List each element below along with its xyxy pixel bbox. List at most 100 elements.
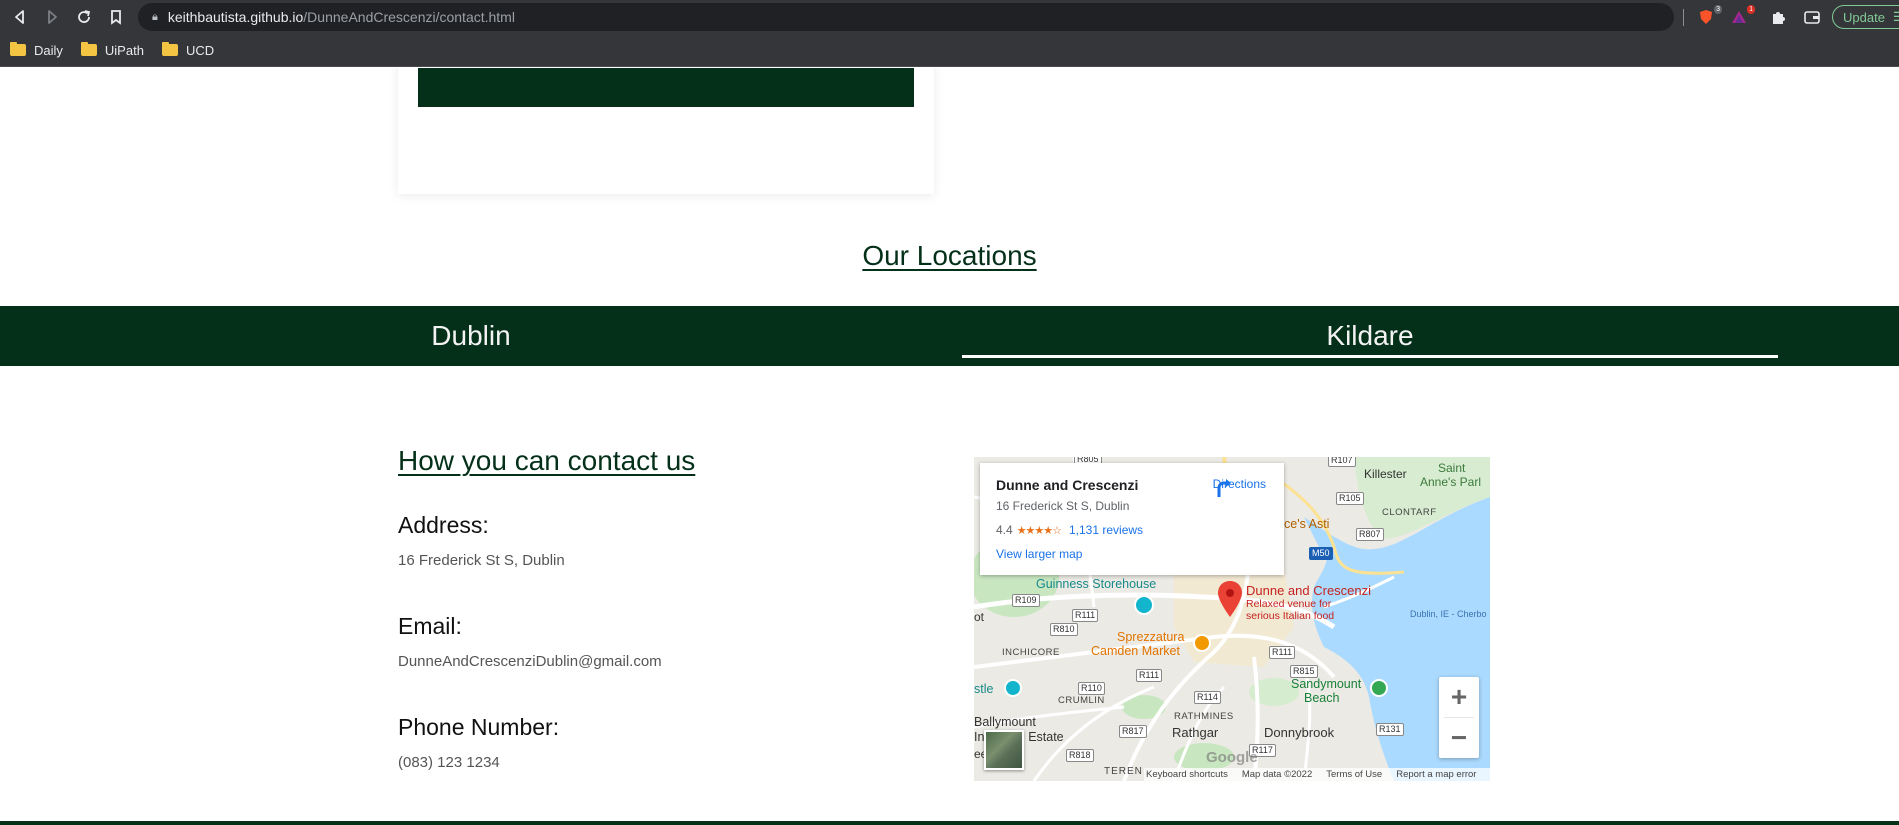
poi-ces-asti[interactable]: ce's Asti bbox=[1284, 517, 1329, 531]
extensions-puzzle-icon[interactable] bbox=[1768, 8, 1788, 26]
bookmark-daily[interactable]: Daily bbox=[10, 42, 63, 58]
keyboard-shortcuts-link[interactable]: Keyboard shortcuts bbox=[1146, 769, 1228, 780]
update-label: Update bbox=[1843, 9, 1885, 25]
address-value: 16 Frederick St S, Dublin bbox=[398, 552, 565, 569]
restaurant-icon[interactable] bbox=[1193, 634, 1211, 652]
active-tab-indicator bbox=[962, 355, 1778, 358]
road-shield: R111 bbox=[1072, 609, 1099, 622]
map-label-inchicore: INCHICORE bbox=[1002, 647, 1060, 658]
bookmark-icon[interactable] bbox=[100, 0, 132, 34]
map-label-clontarf: CLONTARF bbox=[1382, 507, 1437, 518]
road-shield: R818 bbox=[1066, 749, 1094, 762]
location-pin-icon[interactable] bbox=[1218, 581, 1242, 617]
zoom-in-button[interactable]: + bbox=[1439, 677, 1479, 717]
bookmark-label: Daily bbox=[34, 42, 63, 58]
map-label-crumlin: CRUMLIN bbox=[1058, 695, 1105, 706]
view-larger-map-link[interactable]: View larger map bbox=[996, 547, 1268, 561]
browser-toolbar: 🔒︎ keithbautista.github.io/DunneAndCresc… bbox=[0, 0, 1899, 34]
submit-button[interactable] bbox=[418, 68, 914, 107]
email-label: Email: bbox=[398, 613, 462, 639]
road-shield: R817 bbox=[1119, 725, 1147, 738]
road-shield: R110 bbox=[1078, 682, 1105, 695]
brave-badge: 3 bbox=[1714, 5, 1722, 14]
zoom-out-button[interactable]: − bbox=[1439, 718, 1479, 758]
place-address: 16 Frederick St S, Dublin bbox=[996, 499, 1130, 513]
forward-icon[interactable] bbox=[36, 0, 68, 34]
road-shield: R807 bbox=[1356, 528, 1384, 541]
poi-castle[interactable]: stle bbox=[974, 682, 993, 696]
poi-camden-market[interactable]: Camden Market bbox=[1091, 644, 1180, 658]
road-shield: R131 bbox=[1376, 723, 1404, 736]
url-host: keithbautista.github.io bbox=[167, 9, 304, 25]
map-data-text: Map data ©2022 bbox=[1241, 769, 1313, 780]
menu-icon: ☰ bbox=[1892, 9, 1899, 24]
place-rating-row: 4.4 ★★★★☆ 1,131 reviews bbox=[996, 523, 1268, 537]
pin-subtitle-2: serious Italian food bbox=[1246, 610, 1335, 622]
road-shield: M50 bbox=[1309, 547, 1333, 560]
url-path: /DunneAndCrescenzi/contact.html bbox=[303, 9, 515, 25]
bookmarks-bar: Daily UiPath UCD bbox=[0, 34, 1899, 67]
satellite-toggle[interactable] bbox=[984, 730, 1024, 770]
map-label-ot: ot bbox=[974, 610, 985, 624]
address-bar[interactable]: 🔒︎ keithbautista.github.io/DunneAndCresc… bbox=[138, 3, 1674, 31]
road-shield: R105 bbox=[1336, 492, 1364, 505]
form-card bbox=[398, 68, 934, 194]
road-shield: R111 bbox=[1269, 646, 1296, 659]
folder-icon bbox=[161, 42, 178, 56]
page-content: Our Locations Dublin Kildare How you can… bbox=[0, 68, 1899, 825]
embedded-map[interactable]: R107 R105 R807 M50 R109 R111 R810 R111 R… bbox=[974, 457, 1490, 781]
bookmark-uipath[interactable]: UiPath bbox=[80, 42, 144, 58]
reviews-link[interactable]: 1,131 reviews bbox=[1069, 523, 1143, 537]
road-shield: R111 bbox=[1136, 669, 1163, 682]
email-value: DunneAndCrescenziDublin@gmail.com bbox=[398, 653, 662, 670]
road-shield: R107 bbox=[1328, 457, 1356, 467]
map-label-saint: Saint bbox=[1438, 461, 1466, 475]
phone-label: Phone Number: bbox=[398, 714, 560, 740]
terms-of-use-link[interactable]: Terms of Use bbox=[1326, 769, 1382, 780]
map-label-ballymount: Ballymount bbox=[974, 715, 1036, 729]
locations-title: Our Locations bbox=[862, 240, 1037, 271]
tab-dublin[interactable]: Dublin bbox=[0, 306, 942, 366]
folder-icon bbox=[10, 42, 26, 56]
beach-icon[interactable] bbox=[1370, 679, 1388, 697]
poi-sprezzatura[interactable]: Sprezzatura bbox=[1117, 630, 1184, 644]
poi-guinness-storehouse[interactable]: Guinness Storehouse bbox=[1036, 577, 1156, 591]
pin-title: Dunne and Crescenzi bbox=[1246, 583, 1372, 598]
folder-icon bbox=[80, 42, 97, 56]
pin-subtitle-1: Relaxed venue for bbox=[1246, 598, 1332, 610]
brave-rewards-icon[interactable]: 1 bbox=[1729, 5, 1755, 26]
map-label-killester: Killester bbox=[1364, 467, 1407, 481]
bookmark-ucd[interactable]: UCD bbox=[161, 42, 215, 58]
footer-border bbox=[0, 821, 1899, 825]
map-info-card: Dunne and Crescenzi 16 Frederick St S, D… bbox=[980, 463, 1284, 575]
back-icon[interactable] bbox=[4, 0, 36, 34]
report-map-error-link[interactable]: Report a map error bbox=[1396, 769, 1476, 780]
contact-title: How you can contact us bbox=[398, 445, 696, 476]
rating-value: 4.4 bbox=[996, 523, 1013, 537]
rewards-badge: 1 bbox=[1747, 5, 1755, 14]
bookmark-label: UCD bbox=[185, 42, 215, 58]
map-label-dublin-port: Dublin, IE - Cherbo bbox=[1410, 609, 1487, 619]
map-label-rathgar: Rathgar bbox=[1172, 725, 1219, 740]
wallet-icon[interactable] bbox=[1802, 8, 1822, 26]
directions-button[interactable]: Directions bbox=[1213, 477, 1266, 497]
map-label-donnybrook: Donnybrook bbox=[1264, 725, 1335, 740]
star-rating-icon: ★★★★☆ bbox=[1016, 524, 1062, 537]
toolbar-divider bbox=[1683, 9, 1684, 26]
museum-icon[interactable] bbox=[1004, 679, 1022, 697]
bookmark-label: UiPath bbox=[104, 42, 144, 58]
map-label-annes-park: Anne's Parl bbox=[1420, 475, 1481, 489]
map-label-terenure: TEREN bbox=[1104, 766, 1143, 777]
brave-shield-icon[interactable]: 3 bbox=[1696, 5, 1722, 26]
lock-icon: 🔒︎ bbox=[152, 10, 158, 23]
road-shield: R810 bbox=[1050, 623, 1078, 636]
poi-sandymount-beach[interactable]: Beach bbox=[1304, 691, 1339, 705]
poi-sandymount[interactable]: Sandymount bbox=[1291, 677, 1361, 691]
reload-icon[interactable] bbox=[68, 0, 100, 34]
update-button[interactable]: Update ☰ bbox=[1832, 5, 1899, 29]
camera-icon[interactable] bbox=[1134, 595, 1154, 615]
map-label-rathmines: RATHMINES bbox=[1174, 711, 1234, 722]
phone-value: (083) 123 1234 bbox=[398, 754, 500, 771]
google-logo: Google bbox=[1206, 749, 1258, 766]
zoom-controls: + − bbox=[1439, 677, 1479, 758]
